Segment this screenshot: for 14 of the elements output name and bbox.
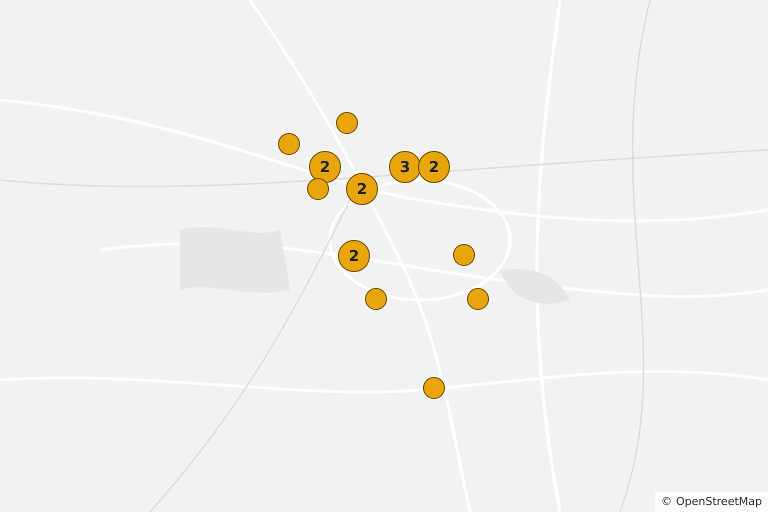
cluster-marker[interactable]: 2 [338,240,370,272]
location-marker[interactable] [336,112,358,134]
location-marker[interactable] [278,133,300,155]
location-marker[interactable] [423,377,445,399]
cluster-marker[interactable]: 2 [309,151,341,183]
location-marker[interactable] [365,288,387,310]
copyright-symbol: © [660,494,672,510]
cluster-marker[interactable]: 2 [418,151,450,183]
cluster-marker[interactable]: 3 [389,151,421,183]
location-marker[interactable] [467,288,489,310]
cluster-marker[interactable]: 2 [346,173,378,205]
attribution-link[interactable]: OpenStreetMap [676,494,762,510]
location-marker[interactable] [453,244,475,266]
location-marker[interactable] [307,178,329,200]
